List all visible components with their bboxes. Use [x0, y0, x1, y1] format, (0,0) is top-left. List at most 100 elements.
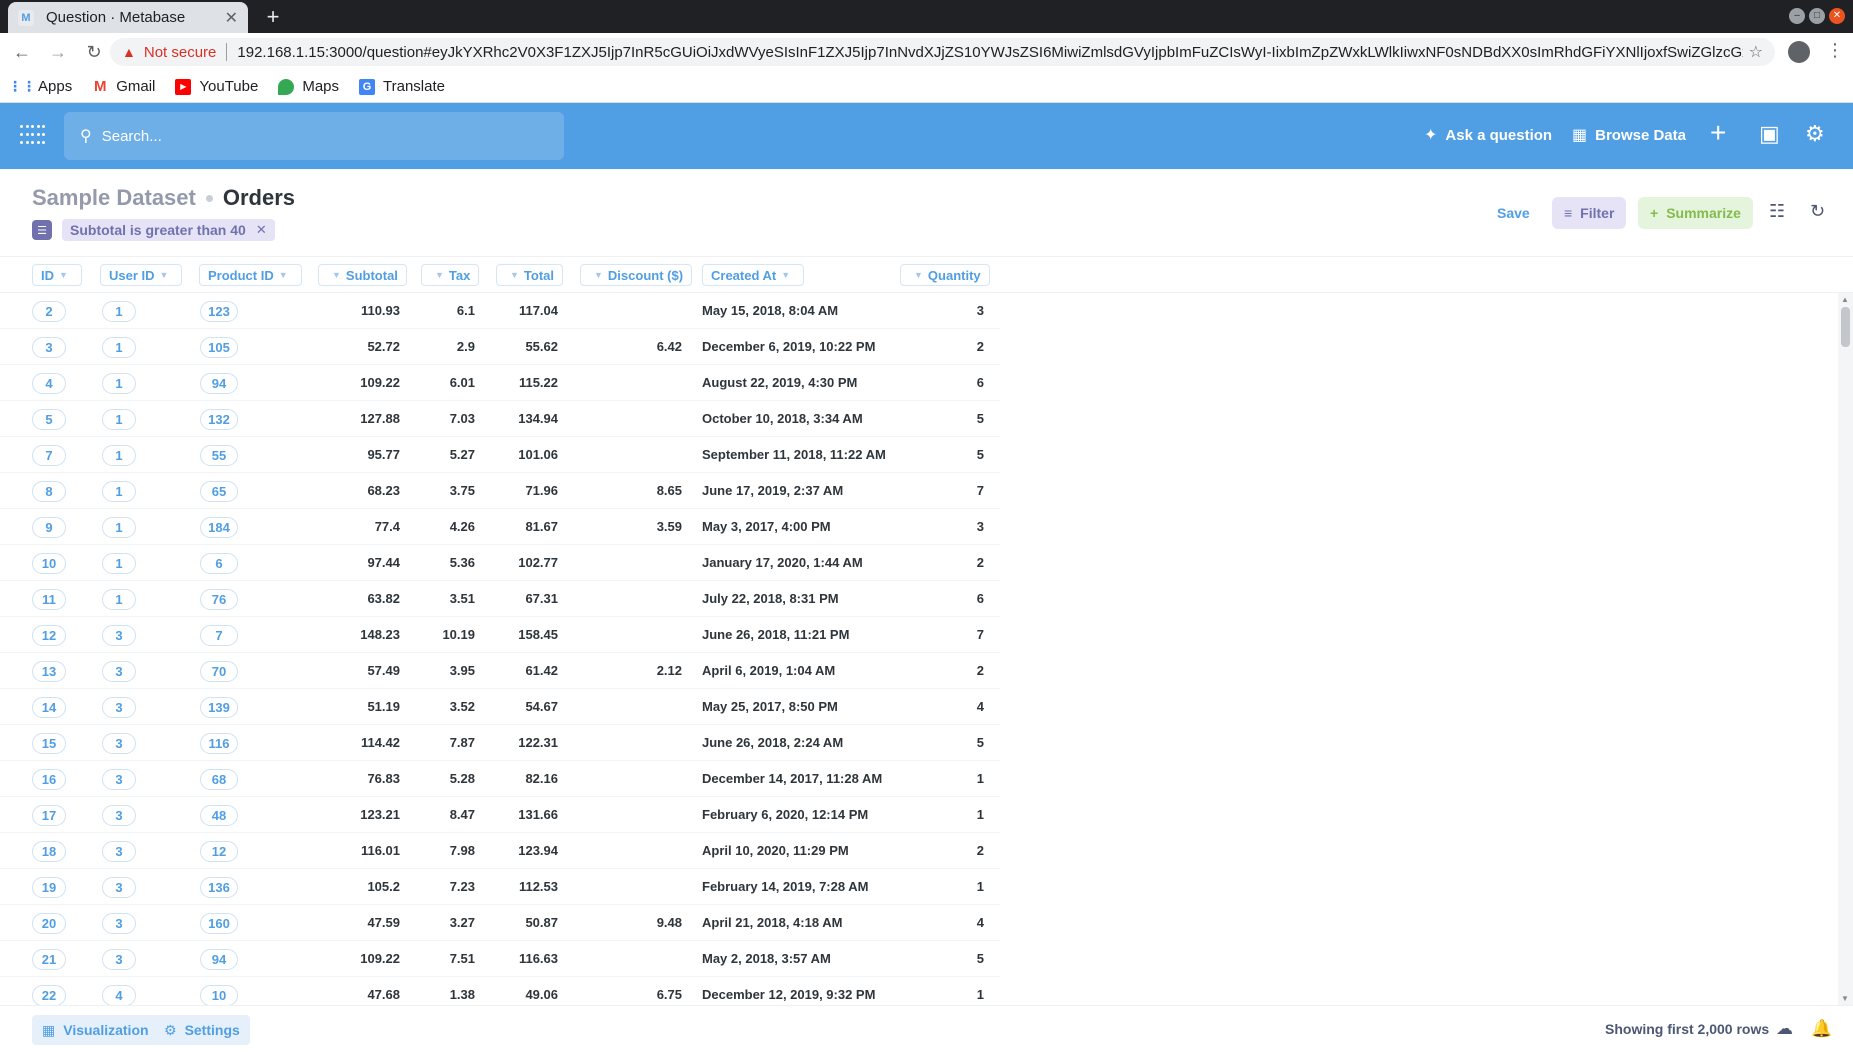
table-row[interactable]: 13 3 70 57.49 3.95 61.42 2.12 April 6, 2019, 1:… — [0, 653, 1000, 689]
cell-user-id[interactable]: 1 — [102, 409, 136, 430]
column-header-discount[interactable]: ▼ Discount ($) — [580, 264, 693, 286]
cell-id[interactable]: 18 — [32, 841, 66, 862]
forward-icon[interactable]: → — [44, 42, 72, 63]
table-row[interactable]: 15 3 116 114.42 7.87 122.31 June 26, 2018, 2:2… — [0, 725, 1000, 761]
cell-user-id[interactable]: 1 — [102, 481, 136, 502]
cell-product-id[interactable]: 132 — [200, 409, 238, 430]
scrollbar-thumb[interactable] — [1841, 307, 1850, 347]
cell-id[interactable]: 13 — [32, 661, 66, 682]
cell-product-id[interactable]: 123 — [200, 301, 238, 322]
breadcrumb-table[interactable]: Orders — [223, 185, 295, 211]
cell-product-id[interactable]: 55 — [200, 445, 238, 466]
cell-id[interactable]: 5 — [32, 409, 66, 430]
table-row[interactable]: 2 1 123 110.93 6.1 117.04 May 15, 2018, 8:04 A… — [0, 293, 1000, 329]
table-row[interactable]: 19 3 136 105.2 7.23 112.53 February 14, 2019, … — [0, 869, 1000, 905]
column-header-total[interactable]: ▼ Total — [496, 264, 564, 286]
cell-id[interactable]: 20 — [32, 913, 66, 934]
table-row[interactable]: 18 3 12 116.01 7.98 123.94 April 10, 2020, 11:… — [0, 833, 1000, 869]
browser-menu-icon[interactable]: ⋮ — [1826, 40, 1844, 61]
column-header-user-id[interactable]: User ID ▼ — [100, 264, 183, 286]
new-tab-button[interactable]: + — [260, 4, 286, 30]
cell-user-id[interactable]: 1 — [102, 373, 136, 394]
save-button[interactable]: Save — [1485, 197, 1542, 229]
cell-product-id[interactable]: 7 — [200, 625, 238, 646]
table-row[interactable]: 20 3 160 47.59 3.27 50.87 9.48 April 21, 2018, … — [0, 905, 1000, 941]
column-header-tax[interactable]: ▼ Tax — [421, 264, 480, 286]
cell-user-id[interactable]: 3 — [102, 841, 136, 862]
cell-product-id[interactable]: 160 — [200, 913, 238, 934]
add-icon[interactable]: + — [1710, 117, 1726, 149]
filter-button[interactable]: ≡ Filter — [1552, 197, 1627, 229]
cell-id[interactable]: 12 — [32, 625, 66, 646]
cell-user-id[interactable]: 3 — [102, 769, 136, 790]
column-header-product-id[interactable]: Product ID ▼ — [199, 264, 302, 286]
url-text[interactable]: 192.168.1.15:3000/question#eyJkYXRhc2V0X… — [237, 44, 1742, 61]
cell-id[interactable]: 16 — [32, 769, 66, 790]
cell-product-id[interactable]: 65 — [200, 481, 238, 502]
filter-toggle-icon[interactable]: ☰ — [32, 220, 52, 240]
minimize-icon[interactable]: – — [1789, 8, 1805, 24]
reload-icon[interactable]: ↻ — [80, 42, 108, 63]
filter-pill[interactable]: Subtotal is greater than 40 ✕ — [62, 219, 275, 241]
bookmark-star-icon[interactable]: ☆ — [1749, 42, 1763, 62]
bell-icon[interactable]: 🔔 — [1811, 1019, 1832, 1039]
maximize-icon[interactable]: □ — [1809, 8, 1825, 24]
table-row[interactable]: 4 1 94 109.22 6.01 115.22 August 22, 2019, 4:3… — [0, 365, 1000, 401]
cell-product-id[interactable]: 70 — [200, 661, 238, 682]
table-row[interactable]: 11 1 76 63.82 3.51 67.31 July 22, 2018, 8:31 P… — [0, 581, 1000, 617]
table-row[interactable]: 8 1 65 68.23 3.75 71.96 8.65 June 17, 2019, 2:3… — [0, 473, 1000, 509]
refresh-icon[interactable]: ↻ — [1810, 201, 1825, 222]
browse-data-button[interactable]: ▦ Browse Data — [1572, 125, 1686, 145]
cell-product-id[interactable]: 48 — [200, 805, 238, 826]
cell-product-id[interactable]: 116 — [200, 733, 238, 754]
cell-id[interactable]: 17 — [32, 805, 66, 826]
cell-product-id[interactable]: 136 — [200, 877, 238, 898]
cell-product-id[interactable]: 12 — [200, 841, 238, 862]
table-row[interactable]: 21 3 94 109.22 7.51 116.63 May 2, 2018, 3:57 A… — [0, 941, 1000, 977]
cell-user-id[interactable]: 3 — [102, 805, 136, 826]
cell-id[interactable]: 9 — [32, 517, 66, 538]
column-header-quantity[interactable]: ▼ Quantity — [900, 264, 990, 286]
notebook-icon[interactable]: ☷ — [1769, 201, 1785, 222]
cell-product-id[interactable]: 6 — [200, 553, 238, 574]
cell-id[interactable]: 14 — [32, 697, 66, 718]
search-input[interactable]: ⚲ Search... — [64, 112, 564, 160]
cell-id[interactable]: 11 — [32, 589, 66, 610]
window-close-icon[interactable]: ✕ — [1829, 8, 1845, 24]
cell-product-id[interactable]: 139 — [200, 697, 238, 718]
gear-icon[interactable]: ⚙ — [1805, 121, 1825, 147]
sql-editor-icon[interactable]: ▣ — [1759, 121, 1780, 147]
cell-product-id[interactable]: 94 — [200, 949, 238, 970]
table-row[interactable]: 12 3 7 148.23 10.19 158.45 June 26, 2018, 11:2… — [0, 617, 1000, 653]
metabase-logo-icon[interactable] — [20, 125, 46, 147]
table-row[interactable]: 16 3 68 76.83 5.28 82.16 December 14, 2017, 11… — [0, 761, 1000, 797]
table-row[interactable]: 10 1 6 97.44 5.36 102.77 January 17, 2020, 1:4… — [0, 545, 1000, 581]
cell-id[interactable]: 21 — [32, 949, 66, 970]
breadcrumb-dataset[interactable]: Sample Dataset — [32, 185, 196, 211]
cell-product-id[interactable]: 76 — [200, 589, 238, 610]
cell-user-id[interactable]: 1 — [102, 301, 136, 322]
cell-user-id[interactable]: 1 — [102, 337, 136, 358]
cell-id[interactable]: 22 — [32, 985, 66, 1005]
download-icon[interactable]: ☁ — [1776, 1019, 1793, 1039]
cell-user-id[interactable]: 3 — [102, 661, 136, 682]
column-header-id[interactable]: ID ▼ — [32, 264, 82, 286]
bookmark-maps[interactable]: Maps — [278, 78, 339, 95]
cell-user-id[interactable]: 3 — [102, 733, 136, 754]
cell-product-id[interactable]: 68 — [200, 769, 238, 790]
visualization-button[interactable]: ▦ Visualization — [32, 1015, 159, 1045]
cell-user-id[interactable]: 3 — [102, 697, 136, 718]
back-icon[interactable]: ← — [8, 42, 36, 63]
bookmark-youtube[interactable]: ▶ YouTube — [175, 78, 258, 95]
cell-user-id[interactable]: 3 — [102, 949, 136, 970]
bookmark-gmail[interactable]: M Gmail — [92, 78, 155, 95]
table-row[interactable]: 22 4 10 47.68 1.38 49.06 6.75 December 12, 2019… — [0, 977, 1000, 1005]
cell-user-id[interactable]: 4 — [102, 985, 136, 1005]
table-row[interactable]: 7 1 55 95.77 5.27 101.06 September 11, 2018, 1… — [0, 437, 1000, 473]
scroll-up-icon[interactable]: ▲ — [1841, 295, 1849, 304]
cell-id[interactable]: 10 — [32, 553, 66, 574]
summarize-button[interactable]: + Summarize — [1638, 197, 1753, 229]
column-header-subtotal[interactable]: ▼ Subtotal — [318, 264, 407, 286]
table-row[interactable]: 17 3 48 123.21 8.47 131.66 February 6, 2020, 1… — [0, 797, 1000, 833]
cell-user-id[interactable]: 1 — [102, 445, 136, 466]
